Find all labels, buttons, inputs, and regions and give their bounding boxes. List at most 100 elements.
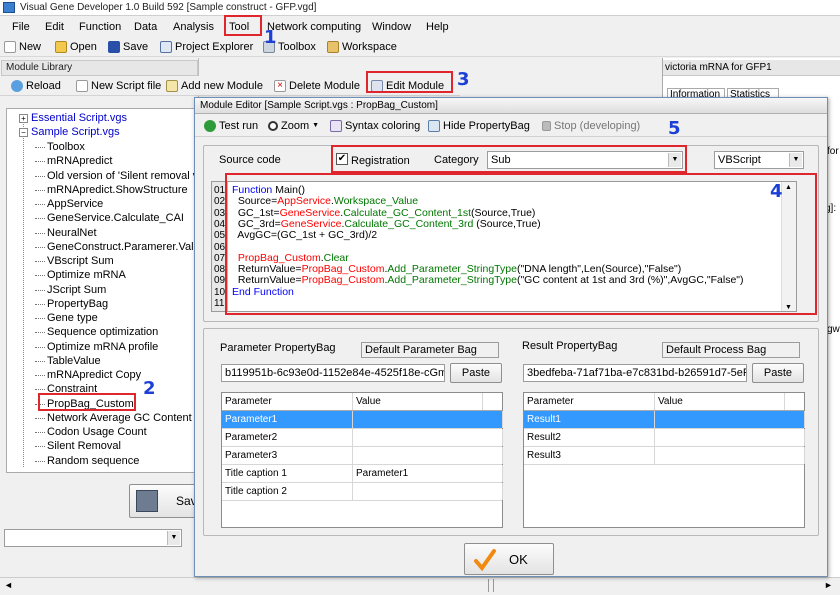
table-row[interactable]: Title caption 2 xyxy=(222,483,503,501)
horizontal-scrollbar[interactable]: ◄ ► xyxy=(0,577,840,595)
syntax-coloring-button[interactable]: Syntax coloring xyxy=(330,118,420,134)
paste-result-button[interactable]: Paste xyxy=(752,363,804,383)
stop-button[interactable]: Stop (developing) xyxy=(542,118,640,134)
scroll-left-icon[interactable]: ◄ xyxy=(4,580,13,590)
tree-item[interactable]: Sequence optimization xyxy=(35,325,158,339)
tree-item[interactable]: Old version of 'Silent removal v2 xyxy=(35,169,195,183)
code-vertical-scrollbar[interactable]: ▲ ▼ xyxy=(781,182,796,311)
column-header[interactable]: Parameter xyxy=(222,393,353,410)
result-grid[interactable]: Parameter Value Result1 Result2 Result3 xyxy=(523,392,805,528)
tree-item[interactable]: Optimize mRNA xyxy=(35,268,126,282)
zoom-button[interactable]: Zoom ▼ xyxy=(268,118,319,134)
table-row[interactable]: Parameter1 xyxy=(222,411,503,429)
value-cell[interactable]: Parameter1 xyxy=(353,465,503,482)
table-row[interactable]: Parameter2 xyxy=(222,429,503,447)
table-row[interactable]: Result2 xyxy=(524,429,805,447)
value-cell[interactable] xyxy=(353,447,503,464)
save-button[interactable]: Save xyxy=(108,39,148,55)
new-button[interactable]: New xyxy=(4,39,41,55)
parameter-cell[interactable]: Result1 xyxy=(524,411,655,428)
column-header[interactable]: Value xyxy=(655,393,785,410)
menu-file[interactable]: File xyxy=(12,20,30,34)
hide-propertybag-button[interactable]: Hide PropertyBag xyxy=(428,118,530,134)
scroll-right-icon[interactable]: ► xyxy=(824,580,833,590)
tree-item[interactable]: PropertyBag xyxy=(35,297,108,311)
scroll-down-icon[interactable]: ▼ xyxy=(785,304,792,311)
tree-item[interactable]: Silent Removal xyxy=(35,439,121,453)
tree-item[interactable]: JScript Sum xyxy=(35,283,106,297)
tree-item[interactable]: TableValue xyxy=(35,354,101,368)
parameter-cell[interactable]: Parameter2 xyxy=(222,429,353,446)
tree-root-essential[interactable]: + Essential Script.vgs xyxy=(19,111,127,125)
menu-analysis[interactable]: Analysis xyxy=(173,20,214,34)
registration-checkbox[interactable]: ✔ xyxy=(336,153,348,165)
test-run-button[interactable]: Test run xyxy=(204,118,258,134)
module-combo[interactable]: ▼ xyxy=(4,529,182,547)
tree-item[interactable]: Toolbox xyxy=(35,140,85,154)
parameter-cell[interactable]: Title caption 1 xyxy=(222,465,353,482)
table-row[interactable]: Result3 xyxy=(524,447,805,465)
project-explorer-button[interactable]: Project Explorer xyxy=(160,39,253,55)
menu-function[interactable]: Function xyxy=(79,20,121,34)
language-select[interactable]: VBScript ▼ xyxy=(714,151,804,169)
menu-help[interactable]: Help xyxy=(426,20,449,34)
parameter-cell[interactable]: Title caption 2 xyxy=(222,483,353,500)
parameter-cell[interactable]: Parameter1 xyxy=(222,411,353,428)
paste-parameter-button[interactable]: Paste xyxy=(450,363,502,383)
workspace-button[interactable]: Workspace xyxy=(327,39,397,55)
scroll-thumb[interactable] xyxy=(488,579,494,592)
reload-button[interactable]: Reload xyxy=(11,78,61,94)
expand-icon[interactable]: + xyxy=(19,114,28,123)
tree-item[interactable]: AppService xyxy=(35,197,103,211)
tree-item[interactable]: mRNApredict Copy xyxy=(35,368,141,382)
tree-item[interactable]: PropBag_Custom xyxy=(35,397,134,411)
menu-window[interactable]: Window xyxy=(372,20,411,34)
column-header[interactable]: Value xyxy=(353,393,483,410)
tree-item[interactable]: Codon Usage Count xyxy=(35,425,147,439)
scroll-up-icon[interactable]: ▲ xyxy=(785,184,792,191)
parameter-cell[interactable]: Parameter3 xyxy=(222,447,353,464)
collapse-icon[interactable]: − xyxy=(19,128,28,137)
add-new-module-button[interactable]: Add new Module xyxy=(166,78,263,94)
category-select[interactable]: Sub ▼ xyxy=(487,151,683,169)
tree-item[interactable]: VBscript Sum xyxy=(35,254,114,268)
edit-module-button[interactable]: Edit Module xyxy=(371,78,444,94)
parameter-cell[interactable]: Result3 xyxy=(524,447,655,464)
tree-item[interactable]: NeuralNet xyxy=(35,226,97,240)
tree-item[interactable]: Random sequence xyxy=(35,454,139,468)
menu-tool[interactable]: Tool xyxy=(229,20,249,34)
tree-item[interactable]: GeneService.Calculate_CAI xyxy=(35,211,184,225)
tree-item[interactable]: GeneConstruct.Paramerer.Value xyxy=(35,240,195,254)
value-cell[interactable] xyxy=(353,483,503,500)
result-bag-id[interactable]: 3bedfeba-71af71ba-e7c831bd-b26591d7-5eP9… xyxy=(523,364,747,382)
table-row[interactable]: Parameter3 xyxy=(222,447,503,465)
tree-item[interactable]: mRNApredict.ShowStructure xyxy=(35,183,188,197)
module-tree[interactable]: + Essential Script.vgs − Sample Script.vgs… xyxy=(6,108,196,473)
menu-data[interactable]: Data xyxy=(134,20,157,34)
value-cell[interactable] xyxy=(353,411,503,428)
value-cell[interactable] xyxy=(655,447,805,464)
tree-item[interactable]: Optimize mRNA profile xyxy=(35,340,158,354)
table-row[interactable]: Result1 xyxy=(524,411,805,429)
parameter-bag-id[interactable]: b119951b-6c93e0d-1152e84e-4525f18e-cGm5b xyxy=(221,364,445,382)
tree-item[interactable]: mRNApredict xyxy=(35,154,112,168)
column-header[interactable]: Parameter xyxy=(524,393,655,410)
table-row[interactable]: Title caption 1 Parameter1 xyxy=(222,465,503,483)
value-cell[interactable] xyxy=(655,411,805,428)
value-cell[interactable] xyxy=(353,429,503,446)
tree-item[interactable]: Gene type xyxy=(35,311,98,325)
ok-button[interactable]: OK xyxy=(464,543,554,575)
menu-edit[interactable]: Edit xyxy=(45,20,64,34)
menu-network-computing[interactable]: Network computing xyxy=(267,20,361,34)
save-module-button[interactable]: Sav xyxy=(129,484,201,518)
value-cell[interactable] xyxy=(655,429,805,446)
delete-module-button[interactable]: × Delete Module xyxy=(274,78,360,94)
tree-item[interactable]: Network Average GC Content xyxy=(35,411,192,425)
tree-item[interactable]: Constraint xyxy=(35,382,97,396)
tree-root-sample[interactable]: − Sample Script.vgs xyxy=(19,125,120,139)
open-button[interactable]: Open xyxy=(55,39,97,55)
code-editor[interactable]: 01 02 03 04 05 06 07 08 09 10 11 Function Main() S… xyxy=(211,181,797,312)
new-script-file-button[interactable]: New Script file xyxy=(76,78,161,94)
parameter-cell[interactable]: Result2 xyxy=(524,429,655,446)
parameter-grid[interactable]: Parameter Value Parameter1 Parameter2 Para… xyxy=(221,392,503,528)
